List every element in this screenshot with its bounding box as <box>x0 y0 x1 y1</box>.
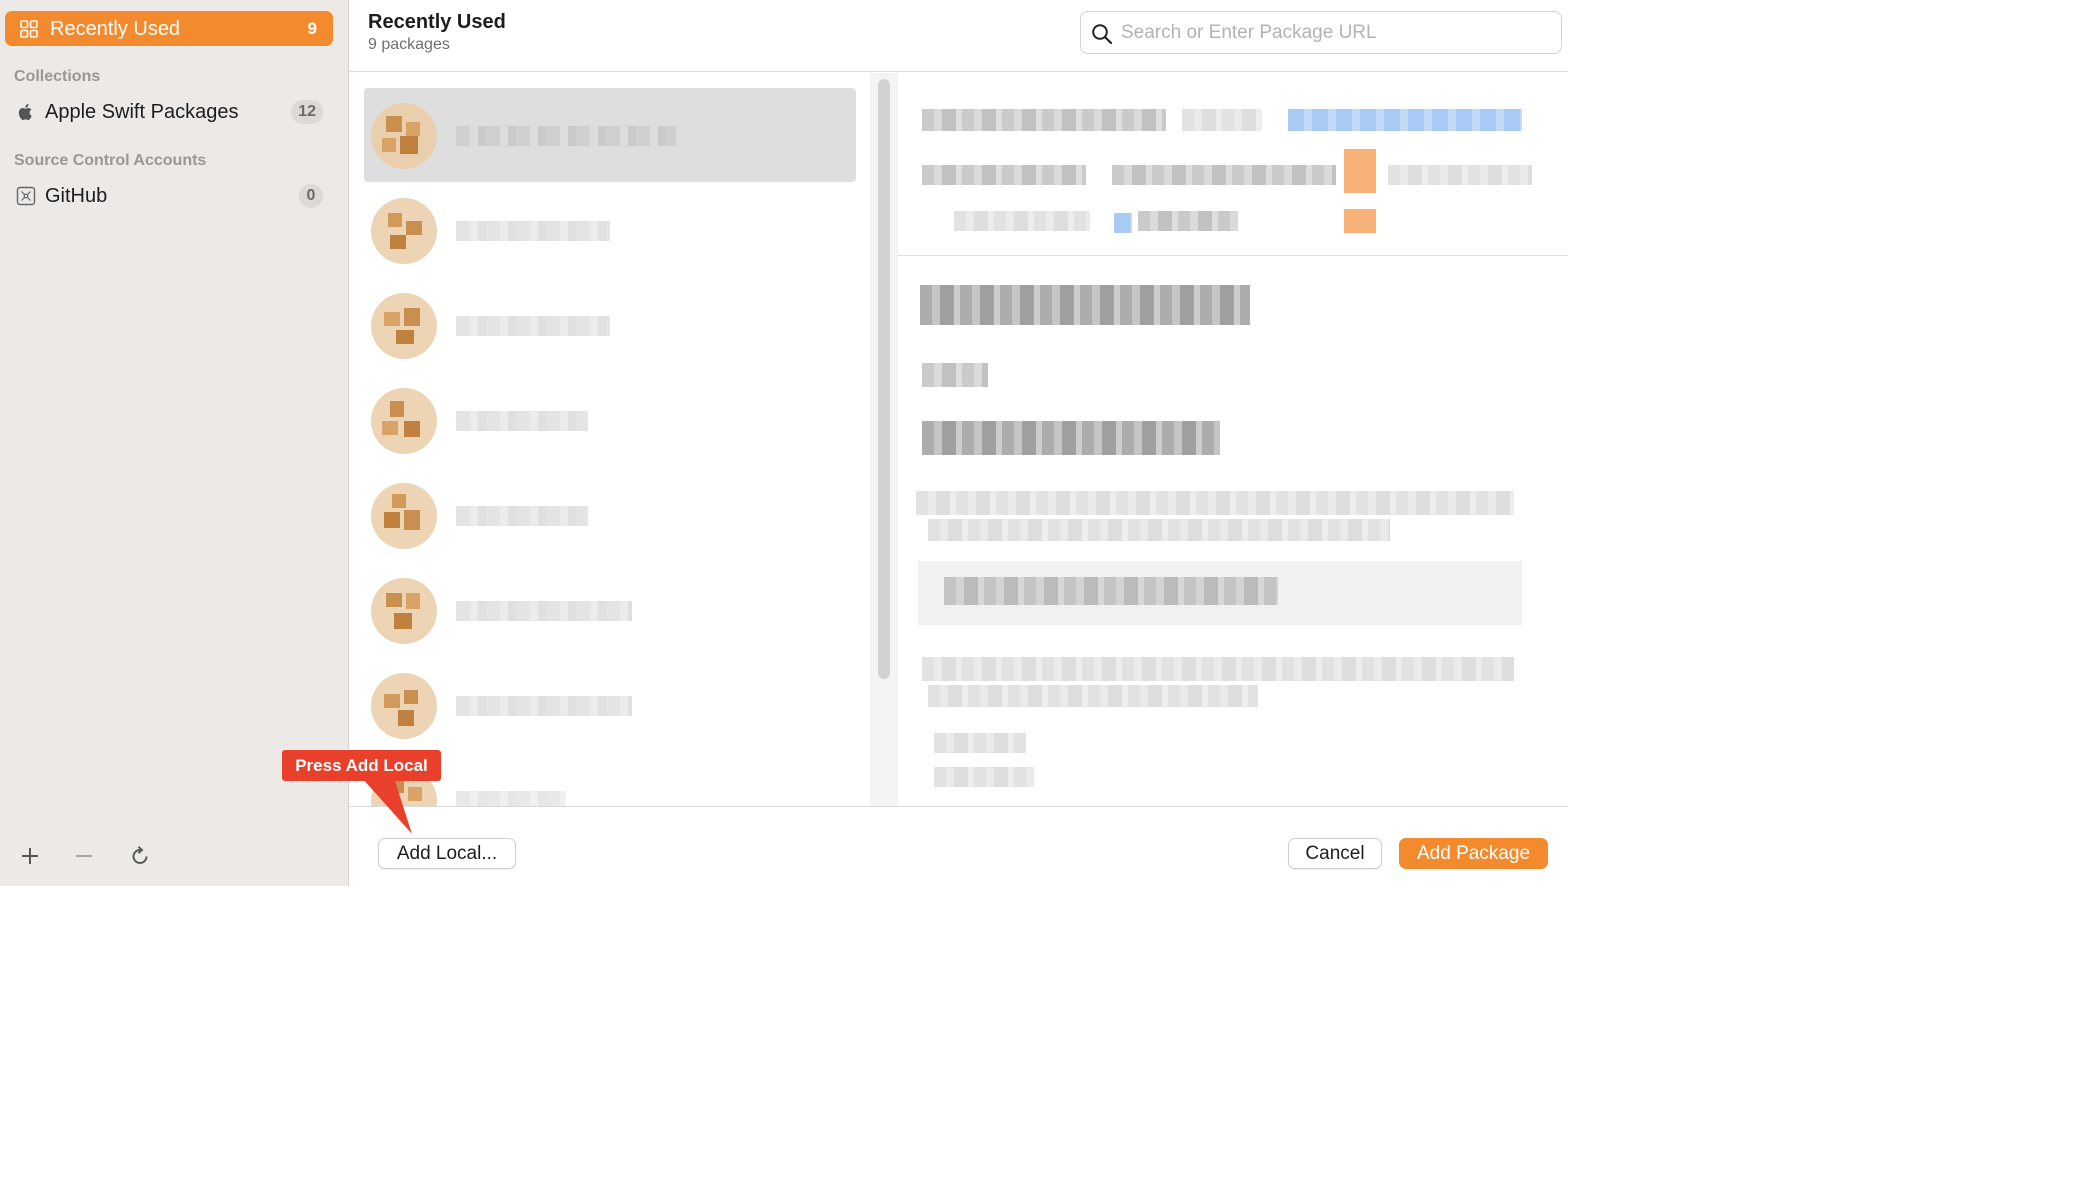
redacted-text <box>954 211 1090 231</box>
sidebar-item-github[interactable]: GitHub 0 <box>5 179 333 213</box>
callout-arrow <box>362 778 412 834</box>
add-local-button[interactable]: Add Local... <box>378 838 516 869</box>
package-count: 9 packages <box>368 36 450 53</box>
package-list[interactable] <box>349 73 870 806</box>
plus-icon <box>22 848 38 864</box>
package-name-redacted <box>456 221 610 241</box>
split-view-divider[interactable] <box>870 73 898 806</box>
grid-icon <box>20 20 38 38</box>
list-item[interactable] <box>364 183 856 277</box>
package-avatar <box>371 198 437 264</box>
apple-logo-icon <box>18 104 32 120</box>
redacted-text <box>922 109 1166 131</box>
refresh-button[interactable] <box>126 842 154 870</box>
remove-collection-button[interactable] <box>70 842 98 870</box>
footer: Add Local... Cancel Add Package <box>349 806 1568 886</box>
list-item[interactable] <box>364 88 856 182</box>
list-item[interactable] <box>364 468 856 562</box>
redacted-paragraph <box>928 685 1258 707</box>
sidebar-item-apple-swift-packages[interactable]: Apple Swift Packages 12 <box>5 95 333 129</box>
scrollbar-thumb[interactable] <box>878 79 890 679</box>
redacted-heading <box>920 285 1250 325</box>
redacted-paragraph <box>928 519 1390 541</box>
redacted-paragraph <box>916 491 1514 515</box>
redacted-icon <box>1114 213 1132 233</box>
redacted-text <box>1138 211 1238 231</box>
redacted-text <box>1388 165 1532 185</box>
add-collection-button[interactable] <box>16 842 44 870</box>
search-input[interactable] <box>1121 18 1551 48</box>
add-package-button[interactable]: Add Package <box>1399 838 1548 869</box>
package-avatar <box>371 103 437 169</box>
package-avatar <box>371 673 437 739</box>
cancel-button[interactable]: Cancel <box>1288 838 1382 869</box>
package-name-redacted <box>456 696 632 716</box>
package-avatar <box>371 483 437 549</box>
redacted-link <box>1288 109 1522 131</box>
redacted-paragraph <box>922 657 1514 681</box>
package-avatar <box>371 388 437 454</box>
redacted-text <box>1182 109 1262 131</box>
sidebar-item-count: 12 <box>291 100 323 124</box>
search-field[interactable] <box>1080 11 1562 54</box>
package-avatar <box>371 293 437 359</box>
package-name-redacted <box>456 791 566 806</box>
divider <box>898 255 1568 256</box>
redacted-text <box>1112 165 1336 185</box>
list-item[interactable] <box>364 563 856 657</box>
tutorial-callout: Press Add Local <box>282 750 441 781</box>
package-name-redacted <box>456 316 610 336</box>
list-item[interactable] <box>364 658 856 752</box>
page-title: Recently Used <box>368 11 506 33</box>
package-name-redacted <box>456 601 632 621</box>
sidebar-item-label: Apple Swift Packages <box>45 101 239 123</box>
sidebar-item-count: 9 <box>307 19 317 38</box>
package-avatar <box>371 578 437 644</box>
redacted-text <box>922 363 988 387</box>
list-item[interactable] <box>364 278 856 372</box>
redacted-badge <box>1344 209 1376 233</box>
package-name-redacted <box>456 411 588 431</box>
redacted-list-item <box>934 767 1034 787</box>
redacted-heading <box>922 421 1220 455</box>
package-detail-panel <box>898 73 1568 806</box>
redacted-badge <box>1344 149 1376 193</box>
sidebar-item-count: 0 <box>299 184 323 208</box>
header: Recently Used 9 packages <box>349 0 1568 72</box>
collections-heading: Collections <box>14 68 101 85</box>
github-account-icon <box>16 186 36 206</box>
sidebar-item-label: GitHub <box>45 185 108 207</box>
list-item[interactable] <box>364 373 856 467</box>
search-icon <box>1092 24 1113 45</box>
package-name-redacted <box>456 506 588 526</box>
minus-icon <box>76 855 92 857</box>
source-control-heading: Source Control Accounts <box>14 152 207 169</box>
sidebar-footer <box>0 826 349 886</box>
redacted-code <box>944 577 1278 605</box>
package-name-redacted <box>456 126 676 146</box>
redacted-text <box>922 165 1086 185</box>
sidebar-item-label: Recently Used <box>50 18 181 40</box>
sidebar-item-recently-used[interactable]: Recently Used 9 <box>5 11 333 46</box>
redacted-list-item <box>934 733 1026 753</box>
refresh-icon <box>132 846 148 864</box>
